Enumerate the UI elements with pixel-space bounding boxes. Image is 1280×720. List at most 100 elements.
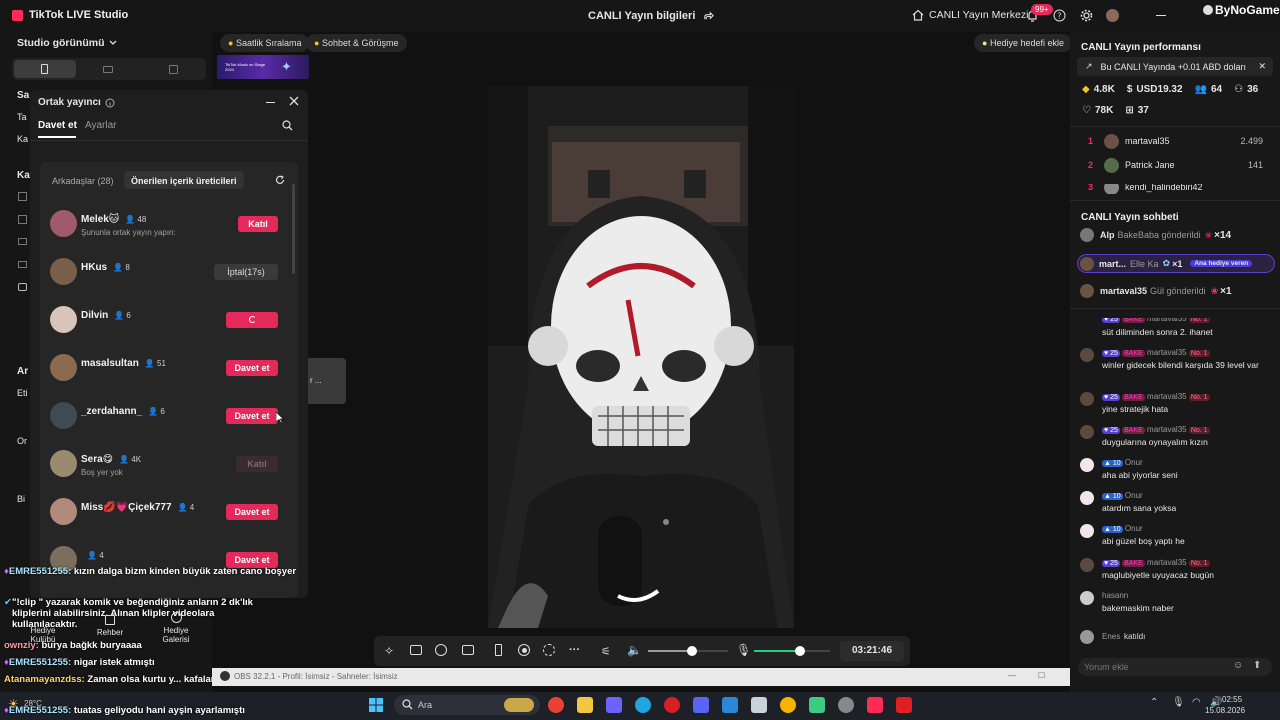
speaker-icon[interactable]: 🔈 <box>627 643 642 657</box>
edge-icon[interactable] <box>635 697 651 713</box>
comment-input[interactable] <box>1084 660 1224 674</box>
chrome-icon[interactable] <box>780 697 796 713</box>
live-video-feed <box>488 86 794 628</box>
add-source-icon[interactable] <box>410 645 422 655</box>
creator-list-panel: Arkadaşlar (28) Önerilen içerik üreticil… <box>40 162 298 598</box>
obs-icon[interactable] <box>838 697 854 713</box>
close-icon[interactable]: ✕ <box>1258 61 1266 72</box>
mail-icon[interactable] <box>722 697 738 713</box>
chat-meta: ♥ 25 BAKE martaval35 No. 1 <box>1102 348 1210 357</box>
share-icon[interactable] <box>703 11 715 22</box>
event-banner[interactable]: TikTok Music on Stage 2024 ✦ <box>217 55 309 79</box>
follower-count: 👤 48 <box>125 215 147 224</box>
gift-sender: mart... <box>1099 258 1127 269</box>
mixer-icon[interactable]: ⚟ <box>601 645 611 658</box>
live-info-title[interactable]: CANLI Yayın bilgileri <box>588 10 715 22</box>
creator-name-text: HKus <box>81 262 108 273</box>
gift-gallery-button[interactable]: Hediye Galerisi <box>155 612 197 644</box>
record-icon[interactable] <box>518 644 530 656</box>
help-icon[interactable]: ? <box>1053 9 1066 22</box>
chevron-down-icon <box>109 40 117 46</box>
effects-icon[interactable] <box>435 644 447 656</box>
scrollbar[interactable] <box>292 184 295 274</box>
studio-view-dropdown[interactable]: Studio görünümü <box>17 37 117 49</box>
discord-icon[interactable] <box>693 697 709 713</box>
leaderboard-row[interactable]: 3 kendi_halindebiri42 <box>1088 184 1273 194</box>
minimize-icon[interactable] <box>1156 15 1166 16</box>
tab-invite[interactable]: Davet et <box>38 120 77 131</box>
youtube-icon[interactable] <box>896 697 912 713</box>
dialog-minimize-icon[interactable] <box>266 102 275 103</box>
screen-share-icon[interactable] <box>462 645 474 655</box>
avatar <box>1104 134 1119 149</box>
cancel-invite-button[interactable]: İptal(17s) <box>214 264 278 280</box>
creator-center-link[interactable]: CANLI Yayın Merkezi <box>912 9 1028 21</box>
search-icon[interactable] <box>282 120 293 131</box>
speaker-volume-handle[interactable] <box>687 646 697 656</box>
speaker-volume-slider[interactable] <box>648 646 728 656</box>
opera-icon[interactable] <box>664 697 680 713</box>
heart-icon: ♡ <box>1082 105 1091 116</box>
invite-button[interactable]: Davet et <box>226 408 278 424</box>
teams-icon[interactable] <box>606 697 622 713</box>
microphone-icon[interactable]: 🎙 <box>736 643 751 657</box>
refresh-icon[interactable] <box>275 175 285 185</box>
obs-title: OBS 32.2.1 - Profil: İsimsiz - Sahneler:… <box>234 672 398 681</box>
invite-button[interactable]: Davet et <box>226 360 278 376</box>
tray-chevron-icon[interactable]: ⌃ <box>1150 697 1158 708</box>
wifi-icon[interactable]: ◠ <box>1192 697 1201 708</box>
gift-goal-pill[interactable]: ● Hediye hedefi ekle <box>974 34 1073 52</box>
leaderboard-rank: 3 <box>1088 184 1094 192</box>
tiktok-icon[interactable] <box>867 697 883 713</box>
avatar[interactable] <box>1106 9 1119 22</box>
chat-meeting-pill[interactable]: ● Sohbet & Görüşme <box>306 34 407 52</box>
guide-button[interactable]: Rehber <box>90 615 130 637</box>
divider <box>1070 126 1280 127</box>
overlay-chat-name: EMRE551255: <box>8 657 72 668</box>
landscape-layout-button[interactable] <box>78 60 140 78</box>
obs-minimize-icon[interactable]: — <box>1008 671 1016 680</box>
chat-text: atardım sana yoksa <box>1102 503 1177 513</box>
file-explorer-icon[interactable] <box>577 697 593 713</box>
mic-tray-icon[interactable]: 🎙 <box>1172 697 1185 708</box>
info-icon[interactable] <box>105 98 115 108</box>
app-icon[interactable] <box>751 697 767 713</box>
chat-message: ♥ 25 BAKE martaval35 No. 1 winler gidece… <box>1080 348 1270 386</box>
star-logo-icon: ✦ <box>281 59 292 74</box>
leaderboard-row[interactable]: 1 martaval35 2.499 <box>1088 134 1273 152</box>
gift-text: Gül gönderildi <box>1150 286 1206 296</box>
settings-icon[interactable] <box>1080 9 1093 22</box>
app-icon[interactable] <box>809 697 825 713</box>
chrome-icon[interactable] <box>548 697 564 713</box>
leaderboard-row[interactable]: 2 Patrick Jane 141 <box>1088 158 1273 176</box>
mic-volume-slider[interactable] <box>754 646 830 656</box>
divider <box>1070 200 1280 201</box>
tab-friends[interactable]: Arkadaşlar (28) <box>52 176 114 186</box>
close-icon[interactable] <box>289 96 299 106</box>
gift-club-button[interactable]: Hediye Kulübü <box>28 626 58 644</box>
source-icon <box>18 192 27 201</box>
obs-maximize-icon[interactable]: ☐ <box>1038 671 1045 680</box>
magic-wand-icon[interactable]: ✧ <box>384 644 394 658</box>
split-layout-button[interactable] <box>142 60 204 78</box>
invite-button[interactable]: Davet et <box>226 504 278 520</box>
dialog-title: Ortak yayıncı <box>38 97 101 108</box>
loading-button[interactable] <box>226 312 278 328</box>
hourly-ranking-pill[interactable]: ● Saatlik Sıralama <box>220 34 310 52</box>
more-options-icon[interactable]: ··· <box>569 644 580 656</box>
list-item: Sera😋 👤 4K Boş yer yok Katıl <box>48 446 288 486</box>
emoji-icon[interactable]: ☺ <box>1233 660 1243 671</box>
tab-suggested-creators[interactable]: Önerilen içerik üreticileri <box>124 171 244 189</box>
guide-label: Rehber <box>96 628 124 637</box>
send-icon[interactable]: ⬆ <box>1253 660 1261 671</box>
camera-icon <box>18 283 27 291</box>
leaderboard-name: Patrick Jane <box>1125 160 1175 170</box>
tab-settings[interactable]: Ayarlar <box>85 120 117 131</box>
phone-icon[interactable] <box>495 644 502 656</box>
gear-icon[interactable] <box>543 644 555 656</box>
taskbar-search[interactable]: Ara <box>394 695 540 715</box>
windows-start-icon[interactable] <box>368 697 384 713</box>
portrait-layout-button[interactable] <box>14 60 76 78</box>
mic-volume-handle[interactable] <box>794 646 805 656</box>
join-button[interactable]: Katıl <box>238 216 278 232</box>
